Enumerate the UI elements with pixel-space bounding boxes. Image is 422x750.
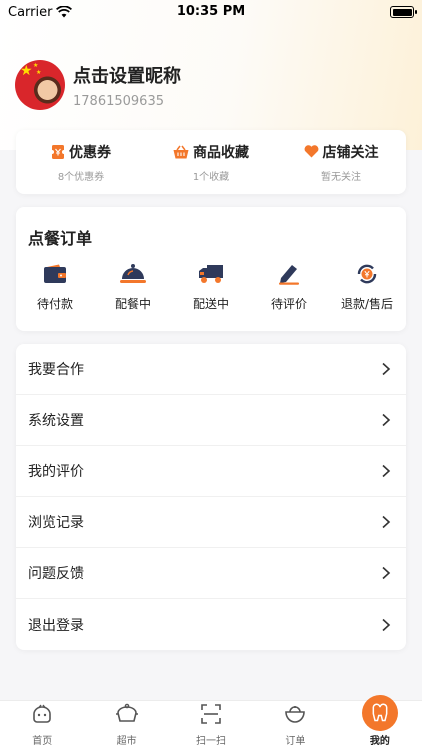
order-bowl-icon <box>285 706 306 723</box>
chevron-right-icon <box>382 464 391 478</box>
order-label: 待评价 <box>270 297 307 311</box>
chevron-right-icon <box>382 362 391 376</box>
order-label: 退款/售后 <box>340 297 394 311</box>
tab-scan[interactable]: 扫一扫 <box>169 701 253 750</box>
tab-label: 订单 <box>285 736 306 747</box>
menu-item-logout[interactable]: 退出登录 <box>16 599 406 650</box>
status-bar: Carrier 10:35 PM <box>0 0 422 24</box>
orders-card: 点餐订单 待付款 配餐中 配送中 待评价 退款/售后 <box>16 207 406 331</box>
menu-item-feedback[interactable]: 问题反馈 <box>16 548 406 599</box>
profile-header[interactable]: ★ ★ ★ 点击设置昵称 17861509635 <box>15 60 181 110</box>
tab-label: 扫一扫 <box>196 736 227 747</box>
cloche-icon <box>120 264 146 283</box>
stat-sub: 8个优惠券 <box>57 171 105 183</box>
scan-icon <box>201 704 221 724</box>
tab-label: 超市 <box>116 736 137 747</box>
phone-number: 17861509635 <box>73 93 164 109</box>
order-label: 待付款 <box>36 297 73 311</box>
chevron-right-icon <box>382 618 391 631</box>
order-label: 配餐中 <box>114 297 151 311</box>
order-to-review[interactable]: 待评价 <box>250 261 328 312</box>
stat-coupons[interactable]: 优惠券 8个优惠券 <box>16 130 146 194</box>
chevron-right-icon <box>382 566 391 580</box>
order-refund[interactable]: 退款/售后 <box>328 261 406 312</box>
tab-home[interactable]: 首页 <box>0 701 84 750</box>
stat-sub: 1个收藏 <box>192 171 230 183</box>
home-face-icon <box>33 704 52 723</box>
chevron-right-icon <box>382 515 391 529</box>
menu-label: 浏览记录 <box>28 515 84 531</box>
stat-favorites[interactable]: 商品收藏 1个收藏 <box>146 130 276 194</box>
menu-item-settings[interactable]: 系统设置 <box>16 395 406 446</box>
menu-label: 问题反馈 <box>28 566 84 582</box>
order-pending-payment[interactable]: 待付款 <box>16 261 94 312</box>
tab-orders[interactable]: 订单 <box>253 701 337 750</box>
menu-item-my-reviews[interactable]: 我的评价 <box>16 446 406 497</box>
order-delivering[interactable]: 配送中 <box>172 261 250 312</box>
stat-label: 店铺关注 <box>322 144 379 161</box>
stats-card: 优惠券 8个优惠券 商品收藏 1个收藏 店铺关注 暂无关注 <box>16 130 406 194</box>
menu-card: 我要合作 系统设置 我的评价 浏览记录 问题反馈 退出登录 <box>16 344 406 650</box>
order-label: 配送中 <box>192 297 229 311</box>
menu-item-history[interactable]: 浏览记录 <box>16 497 406 548</box>
basket-icon <box>173 145 189 158</box>
tab-label: 我的 <box>369 736 390 747</box>
pencil-icon <box>279 265 299 285</box>
stat-follows[interactable]: 店铺关注 暂无关注 <box>276 130 406 194</box>
profile-tooth-icon <box>372 703 388 722</box>
heart-icon <box>304 145 318 158</box>
stat-label: 商品收藏 <box>193 144 249 161</box>
stat-sub: 暂无关注 <box>321 171 361 183</box>
coupon-icon <box>51 144 65 159</box>
wallet-icon <box>44 264 66 283</box>
stat-label: 优惠券 <box>69 144 111 161</box>
battery-icon <box>390 6 417 18</box>
tab-label: 首页 <box>32 736 53 747</box>
menu-label: 我要合作 <box>28 362 84 378</box>
tab-bar: 首页 超市 扫一扫 订单 我的 <box>0 695 422 750</box>
menu-label: 我的评价 <box>28 464 84 480</box>
chevron-right-icon <box>382 413 391 427</box>
truck-icon <box>199 265 223 283</box>
orders-title: 点餐订单 <box>28 229 93 248</box>
supermarket-icon <box>115 703 138 722</box>
nickname[interactable]: 点击设置昵称 <box>73 62 181 88</box>
tab-active-bubble <box>361 695 398 731</box>
tab-supermarket[interactable]: 超市 <box>84 701 168 750</box>
refund-icon <box>357 264 377 284</box>
status-time: 10:35 PM <box>176 4 246 19</box>
order-preparing[interactable]: 配餐中 <box>94 261 172 312</box>
menu-item-cooperate[interactable]: 我要合作 <box>16 344 406 395</box>
avatar[interactable]: ★ ★ ★ <box>15 60 65 110</box>
menu-label: 退出登录 <box>28 617 84 634</box>
tab-mine[interactable]: 我的 <box>338 695 422 750</box>
menu-label: 系统设置 <box>28 413 84 429</box>
